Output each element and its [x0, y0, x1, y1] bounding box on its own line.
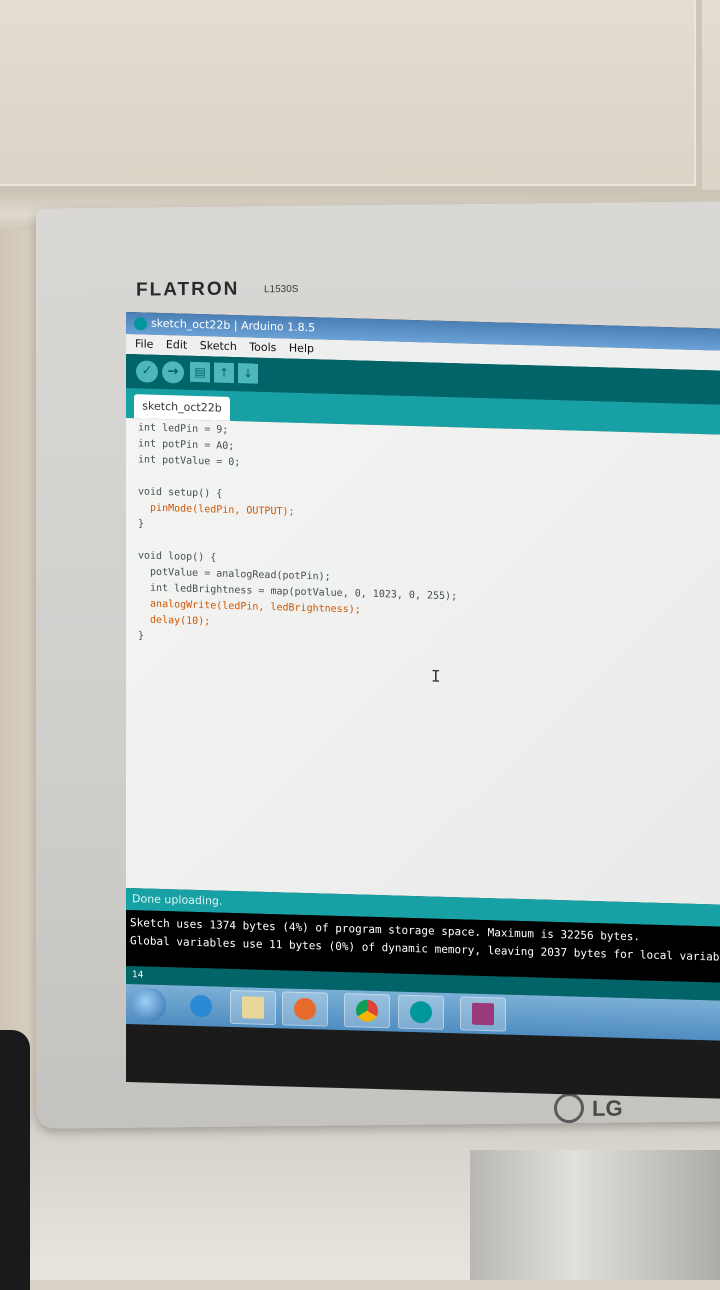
monitor-maker: LG: [592, 1095, 623, 1121]
monitor-model: L1530S: [264, 283, 299, 296]
code-line: }: [138, 518, 145, 530]
tab-sketch[interactable]: sketch_oct22b: [134, 394, 230, 421]
winrar-icon[interactable]: [460, 996, 506, 1032]
chrome-icon[interactable]: [344, 993, 390, 1029]
code-line: int ledPin = 9;: [138, 422, 229, 436]
start-button-icon[interactable]: [132, 987, 166, 1023]
ie-icon[interactable]: [178, 988, 224, 1023]
lg-logo-icon: [554, 1092, 584, 1124]
wall-panel: [0, 0, 702, 192]
media-player-icon[interactable]: [282, 991, 328, 1027]
window-title: sketch_oct22b | Arduino 1.8.5: [151, 316, 316, 335]
verify-icon[interactable]: ✓: [136, 360, 158, 383]
code-line: delay(10);: [138, 614, 211, 628]
code-line: pinMode(ledPin, OUTPUT);: [138, 502, 295, 518]
arduino-taskbar-icon[interactable]: [398, 994, 444, 1030]
save-icon[interactable]: ↓: [238, 363, 258, 384]
dark-object: [0, 1030, 30, 1290]
screen: sketch_oct22b | Arduino 1.8.5 File Edit …: [126, 312, 720, 1099]
new-icon[interactable]: ▤: [190, 361, 210, 383]
monitor-brand: FLATRON: [136, 278, 240, 301]
winrar-glyph: [472, 1002, 494, 1026]
open-icon[interactable]: ↑: [214, 362, 234, 384]
menu-help[interactable]: Help: [289, 342, 314, 356]
code-line: potValue = analogRead(potPin);: [138, 566, 331, 583]
menu-file[interactable]: File: [135, 337, 153, 351]
menu-edit[interactable]: Edit: [166, 338, 187, 352]
arduino-app-icon: [134, 316, 147, 331]
media-glyph: [294, 997, 316, 1021]
menu-sketch[interactable]: Sketch: [200, 339, 237, 353]
code-line: int potPin = A0;: [138, 438, 235, 453]
explorer-icon[interactable]: [230, 989, 276, 1026]
code-editor[interactable]: int ledPin = 9; int potPin = A0; int pot…: [126, 418, 720, 905]
arduino-glyph: [410, 1000, 432, 1024]
code-line: analogWrite(ledPin, ledBrightness);: [138, 598, 361, 616]
ie-glyph: [190, 994, 212, 1018]
menu-tools[interactable]: Tools: [249, 340, 276, 354]
code-line: void setup() {: [138, 486, 223, 500]
code-line: void loop() {: [138, 550, 217, 564]
chrome-glyph: [356, 999, 378, 1023]
code-line: }: [138, 630, 145, 642]
monitor-stand: [470, 1150, 720, 1280]
text-cursor-icon: I: [431, 666, 441, 686]
folder-glyph: [242, 996, 264, 1019]
code-line: int potValue = 0;: [138, 454, 241, 469]
upload-icon[interactable]: →: [162, 361, 184, 384]
